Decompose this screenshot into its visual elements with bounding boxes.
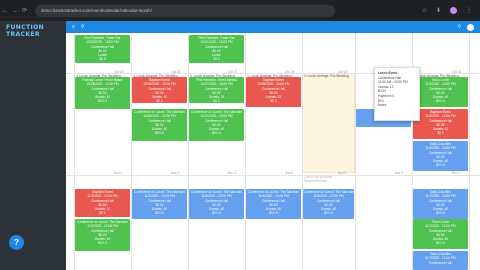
highlighted-day-cell [302,73,355,173]
app-bar: ≡ ⚲ ⚲ [66,21,480,33]
star-icon[interactable]: ☆ [422,7,427,14]
cell-header: ✎ Lunch Arrange: Pre-Wedding [304,74,349,78]
event-line: $0 0 [437,131,444,136]
event-line: $0 0 0 [212,211,221,216]
calendar-event[interactable]: Conference on Lunch: The Sanctum 11/4/202… [246,189,301,219]
day-number[interactable]: Nov 4 [285,171,293,175]
search-icon-right[interactable]: ⚲ [457,24,461,30]
event-line: $0 0 0 [98,99,107,104]
event-line: $0 0 0 [269,211,278,216]
calendar-event[interactable]: Pink Panthers: Trade Fair 10/21/2020 - 10… [189,35,244,63]
event-line: $0 0 [213,99,220,103]
calendar-event[interactable]: Baptism Event 10/28/2020 - 10:00 PM Confer… [246,77,301,107]
calendar-event[interactable]: Pink Panthers: Event Alfredo 10/27/2020 -… [189,77,244,103]
event-line: $0 0 [99,211,106,216]
help-button[interactable]: ? [9,235,24,250]
calendar-grid-line [469,33,470,270]
back-icon[interactable]: ← [2,8,8,14]
event-line: $0 0 0 [155,131,164,136]
event-line: $0 0 [270,99,277,104]
calendar-event[interactable]: Baptism Event 11/1/2020 - 10:00 PM Confere… [75,189,130,217]
forward-icon[interactable]: → [12,8,18,14]
event-popover[interactable]: Lunch Event Conference Hall 11:00 AM - 02:… [374,67,420,121]
profile-avatar[interactable] [450,7,457,14]
event-line: $0 0 0 [436,163,445,168]
calendar-grid-line [131,33,132,270]
calendar-event[interactable]: Conference on Lunch: The Sanctum 11/2/202… [132,189,187,219]
sidebar: FUNCTION TRACKER ? [0,21,66,270]
calendar-event[interactable]: Gala & Auction 11/7/2020 - 10:00 PM Confer… [413,189,468,219]
calendar-event[interactable]: Conference on Lunch: The Sanctum 11/3/202… [189,189,244,219]
event-line: $0 0 0 [212,131,221,136]
day-number[interactable]: Nov 3 [228,171,236,175]
event-line: $0 0 [156,99,163,103]
calendar-event[interactable]: Baptism Event 11/2/2020 - 10:00 PM Confere… [413,109,468,139]
event-line: Conference Hall [429,260,452,265]
user-avatar[interactable] [467,23,474,31]
download-icon[interactable]: ⬇ [436,7,441,14]
calendar-event[interactable]: Friendly Lunch / Fund Raiser 10/25/2020 -… [75,77,130,109]
day-number[interactable]: Nov 5 [338,171,346,175]
day-number[interactable]: Nov 7 [452,171,460,175]
calendar-grid-line [245,33,246,270]
calendar-month-view: Oct 25Oct 26Oct 27Oct 28Oct 29Oct 30Oct … [66,33,480,270]
calendar-grid-line [355,33,356,270]
address-bar[interactable]: demo.functiontracker.com/event/calendar/… [35,4,336,17]
calendar-event[interactable]: Baptism Event 10/26/2020 - 10:00 PM Confer… [132,77,187,103]
event-line: $0 0 [99,57,106,62]
search-icon[interactable]: ⚲ [81,24,85,30]
calendar-event[interactable]: Team Lunch 11/7/2020 - 10:00 PM Conference… [413,219,468,249]
day-number[interactable]: Nov 6 [395,171,403,175]
browser-toolbar: ← → ⟳ demo.functiontracker.com/event/cal… [0,0,480,21]
calendar-event[interactable]: Pink Panthers: Trade Fair 10/21/2020 - 10… [75,35,130,63]
menu-icon[interactable]: ≡ [72,24,75,30]
calendar-grid-line [302,33,303,270]
event-line: $0 0 0 [436,99,445,104]
calendar-grid-line [66,175,480,176]
day-number[interactable]: Nov 2 [171,171,179,175]
calendar-event[interactable]: Team Lunch 11/1/2020 - 10:00 PM Conference… [413,77,468,107]
more-icon[interactable]: ⋮ [466,7,472,14]
reload-icon[interactable]: ⟳ [22,7,27,14]
day-number[interactable]: Nov 1 [114,171,122,175]
calendar-event[interactable]: Conference on Lunch: The Sanctum 10/27/20… [189,109,244,141]
calendar-event[interactable]: Conference on Lunch: The Sanctum 10/26/20… [132,109,187,141]
calendar-event[interactable]: Conference on Lunch: The Sanctum 11/5/202… [303,189,354,219]
event-line: $0 0 [213,57,220,62]
calendar-event[interactable]: Gala & Auction 11/3/2020 - 10:00 PM Confer… [413,141,468,171]
event-line: $0 0 0 [436,241,445,246]
cell-note: Special Birthday [304,179,328,183]
calendar-event[interactable]: Conference on Lunch: The Sanctum 11/1/202… [75,219,130,251]
calendar-event[interactable]: Gala & Auction 11/7/2020 - 10:00 PM Confer… [413,251,468,270]
app-logo[interactable]: FUNCTION TRACKER [6,24,44,38]
event-line: $0 0 0 [98,241,107,246]
calendar-grid-line [188,33,189,270]
event-line: $0 0 0 [324,211,333,216]
event-line: $0 0 0 [155,211,164,216]
event-line: $0 0 0 [436,211,445,216]
popover-line: Notes [378,103,387,108]
